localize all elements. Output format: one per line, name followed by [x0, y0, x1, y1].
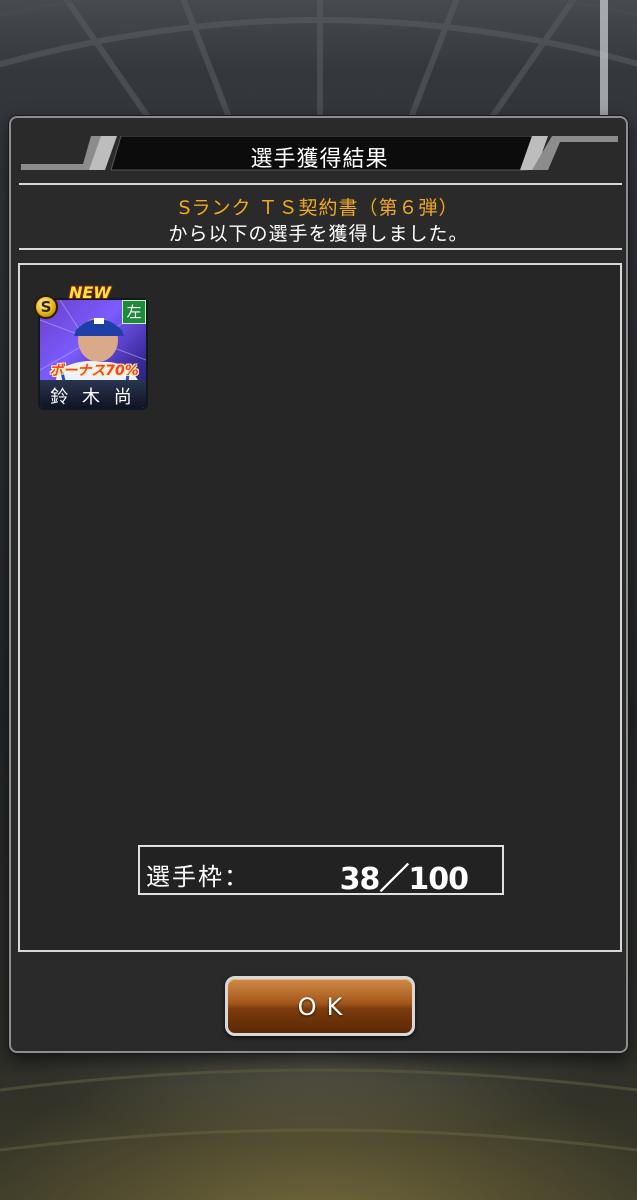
ok-button-label: OK — [297, 993, 353, 1021]
player-name: 鈴 木 尚 — [50, 387, 136, 408]
divider-top — [19, 183, 622, 185]
roster-label: 選手枠： — [146, 863, 250, 891]
player-name-bar: 鈴 木 尚 — [40, 380, 146, 408]
ok-button[interactable]: OK — [225, 976, 415, 1036]
source-item-label: Sランク ＴＳ契約書（第６弾） — [178, 197, 459, 219]
divider-bottom — [19, 248, 622, 250]
roster-capacity-box: 選手枠： 38／100 — [138, 845, 504, 897]
acquisition-result-dialog: 選手獲得結果 Sランク ＴＳ契約書（第６弾） から以下の選手を獲得しました。 ボ… — [9, 116, 628, 1053]
new-badge: NEW — [69, 283, 111, 302]
acquired-players-panel: ボーナス70% 鈴 木 尚 S NEW 左 選手枠： 38／100 — [18, 263, 622, 952]
rank-s-badge-icon: S — [34, 295, 58, 319]
handedness-badge: 左 — [122, 300, 146, 324]
player-card[interactable]: ボーナス70% 鈴 木 尚 S NEW 左 — [34, 283, 148, 411]
bonus-label: ボーナス70% — [49, 363, 139, 379]
roster-count: 38／100 — [339, 862, 469, 897]
acquired-message: から以下の選手を獲得しました。 — [168, 223, 469, 245]
dialog-titlebar: 選手獲得結果 — [21, 136, 618, 174]
dialog-title: 選手獲得結果 — [250, 147, 389, 172]
